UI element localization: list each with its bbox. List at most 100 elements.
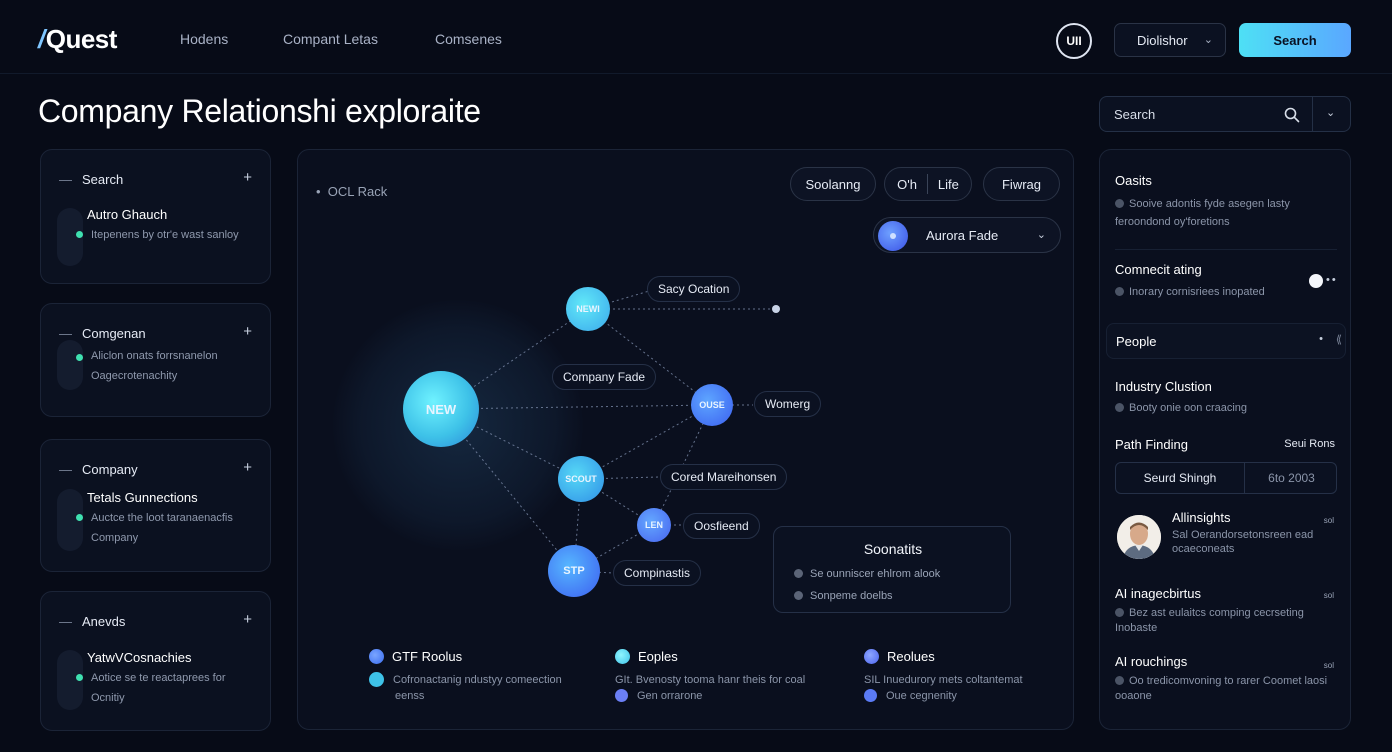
section-title[interactable]: Industry Clustion xyxy=(1115,379,1212,394)
right-search-label: Search xyxy=(1114,107,1156,122)
edge-label[interactable]: Compinastis xyxy=(613,560,702,586)
legend-icon xyxy=(369,649,384,664)
edge-label[interactable]: Company Fade xyxy=(552,364,657,390)
app-logo[interactable]: /Quest xyxy=(38,24,117,55)
legend-desc: Cofronactanig ndustyy comeection eenss xyxy=(369,672,589,704)
legend-icon xyxy=(615,649,630,664)
path-finding-box[interactable]: Seurd Shingh 6to 2003 xyxy=(1115,462,1337,494)
view-dropdown[interactable]: Diolishor ⌄ xyxy=(1114,23,1226,57)
insight-title[interactable]: AI inagecbirtus xyxy=(1115,586,1201,601)
nav-link-companies[interactable]: Compant Letas xyxy=(283,31,378,47)
section-desc: Inorary cornisriees inopated xyxy=(1115,283,1335,301)
divider xyxy=(1115,249,1337,250)
plus-icon[interactable]: + xyxy=(243,459,252,476)
toggle-knob[interactable] xyxy=(1309,274,1323,288)
search-icon xyxy=(1284,107,1300,123)
insight-tag: sol xyxy=(1323,661,1334,670)
chevron-down-icon[interactable]: ⌄ xyxy=(1326,106,1335,119)
path-source[interactable]: Seurd Shingh xyxy=(1116,471,1244,485)
user-avatar[interactable]: UII xyxy=(1056,23,1092,59)
edge-label[interactable]: Oosfieend xyxy=(683,513,760,539)
legend-title[interactable]: GTF Roolus xyxy=(369,649,462,664)
section-desc: Booty onie oon craacing xyxy=(1115,399,1335,417)
insight-title[interactable]: Allinsights xyxy=(1172,510,1231,525)
card-title: YatwVCosnachies xyxy=(87,650,192,665)
person-icon xyxy=(1117,515,1161,559)
endpoint-dot xyxy=(772,305,780,313)
insight-title[interactable]: AI rouchings xyxy=(1115,654,1187,669)
nav-link-comsenes[interactable]: Comsenes xyxy=(435,31,502,47)
search-button[interactable]: Search xyxy=(1239,23,1351,57)
legend-title[interactable]: Reolues xyxy=(864,649,935,664)
graph-node-ouse[interactable]: OUSE xyxy=(691,384,733,426)
legend-icon xyxy=(864,649,879,664)
card-desc: Aliclon onats forrsnanelon Oagecrotenach… xyxy=(91,350,218,382)
legend-icon xyxy=(369,672,384,687)
status-dot xyxy=(76,231,83,238)
divider xyxy=(1312,97,1313,131)
graph-edges xyxy=(440,288,780,574)
card-title: Autro Ghauch xyxy=(87,207,168,222)
insight-card: Soonatits Se ounniscer ehlrom alook Sonp… xyxy=(773,526,1011,613)
insight-row: Sonpeme doelbs xyxy=(794,590,893,602)
section-title[interactable]: Oasits xyxy=(1115,173,1152,188)
section-title: People xyxy=(1116,334,1157,349)
avatar[interactable] xyxy=(1117,515,1161,559)
card-pill xyxy=(57,340,83,390)
edge-label[interactable]: Cored Mareihonsen xyxy=(660,464,788,490)
card-title: Tetals Gunnections xyxy=(87,490,198,505)
left-card-search: — Search + Autro Ghauch Itepenens by otr'… xyxy=(40,149,271,284)
card-header[interactable]: — Company xyxy=(59,462,138,477)
legend-icon xyxy=(615,689,628,702)
plus-icon[interactable]: + xyxy=(243,611,252,628)
insight-tag: sol xyxy=(1323,516,1334,525)
more-icon[interactable]: •• xyxy=(1326,274,1338,286)
graph-panel: • OCL Rack Soolanng O'h Life Fiwrag Auro… xyxy=(297,149,1074,730)
chevron-down-icon: ⌄ xyxy=(1203,34,1213,46)
legend-title[interactable]: Eoples xyxy=(615,649,678,664)
insight-title: Soonatits xyxy=(863,541,923,557)
path-target[interactable]: 6to 2003 xyxy=(1245,471,1338,485)
right-panel: Oasits Sooive adontis fyde asegen lasty … xyxy=(1099,149,1351,730)
bullet-icon xyxy=(1115,403,1124,412)
page-title: Company Relationshi exploraite xyxy=(38,93,481,129)
edge-label[interactable]: Sacy Ocation xyxy=(647,276,741,302)
left-card-anevds: — Anevds + YatwVCosnachies Aotice se te r… xyxy=(40,591,271,731)
card-desc: Itepenens by otr'e wast sanloy xyxy=(91,229,239,241)
left-card-company: — Company + Tetals Gunnections Auctce the… xyxy=(40,439,271,572)
card-desc: Aotice se te reactaprees for Ocnitiy xyxy=(91,672,226,704)
card-header[interactable]: — Search xyxy=(59,172,123,187)
card-header[interactable]: — Comgenan xyxy=(59,326,146,341)
card-desc: Auctce the loot taranaenacfis Company xyxy=(91,512,233,544)
graph-node-newi[interactable]: NEWI xyxy=(566,287,610,331)
legend-desc: GIt. Bvenosty tooma hanr theis for coal G… xyxy=(615,674,806,702)
right-search-input[interactable]: Search ⌄ xyxy=(1099,96,1351,132)
nav-link-hodens[interactable]: Hodens xyxy=(180,31,228,47)
bullet-icon xyxy=(1115,199,1124,208)
status-dot xyxy=(76,354,83,361)
card-header[interactable]: — Anevds xyxy=(59,614,125,629)
section-title[interactable]: Comnecit ating xyxy=(1115,262,1202,277)
graph-node-scout[interactable]: SCOUT xyxy=(558,456,604,502)
plus-icon[interactable]: + xyxy=(243,323,252,340)
insight-tag: sol xyxy=(1323,591,1334,600)
dot-icon: • xyxy=(1319,333,1323,345)
plus-icon[interactable]: + xyxy=(243,169,252,186)
insight-desc: Sal Oerandorsetonsreen ead ocaeconeats xyxy=(1172,529,1314,555)
legend-desc: SIL Inuedurory mets coltantemat Oue cegne… xyxy=(864,674,1023,702)
expand-icon[interactable]: ⟪ xyxy=(1336,333,1342,346)
bullet-icon xyxy=(794,569,803,578)
section-title[interactable]: Path Finding xyxy=(1115,437,1188,452)
bullet-icon xyxy=(1115,676,1124,685)
top-nav-bar: /Quest Hodens Compant Letas Comsenes UII… xyxy=(0,0,1392,74)
status-dot xyxy=(76,674,83,681)
view-dropdown-label: Diolishor xyxy=(1137,32,1188,48)
legend-icon xyxy=(864,689,877,702)
graph-node-len[interactable]: LEN xyxy=(637,508,671,542)
left-card-comgenan: — Comgenan + Aliclon onats forrsnanelon O… xyxy=(40,303,271,417)
edge-label[interactable]: Womerg xyxy=(754,391,822,417)
graph-node-stp[interactable]: STP xyxy=(548,545,600,597)
graph-node-new[interactable]: NEW xyxy=(403,371,479,447)
path-finding-action[interactable]: Seui Rons xyxy=(1284,438,1335,450)
people-row[interactable]: People • ⟪ xyxy=(1106,323,1346,359)
